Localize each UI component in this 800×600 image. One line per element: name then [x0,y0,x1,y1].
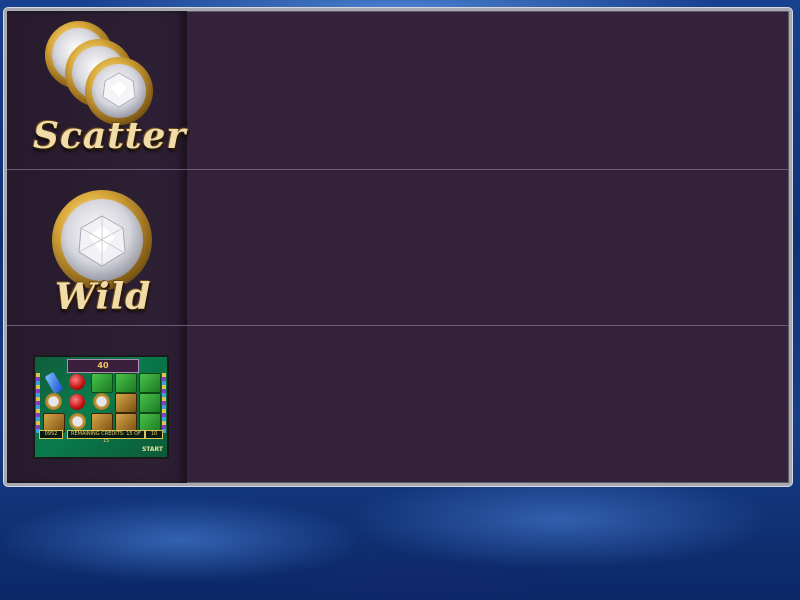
reel-symbol [45,393,62,410]
preview-bet-display: 40 [67,359,139,373]
reel-symbol [139,393,161,413]
wild-row: Wild [7,170,187,325]
preview-reel-grid [43,371,161,433]
game-preview-thumbnail: 40 0952 REMAINING CREDITS: 15 OF 15 10 S… [33,355,169,459]
reel-symbol [69,394,85,410]
reel-symbol [115,393,137,413]
paytable-frame: Scatter Wild 40 0952 REMAINING CREDITS: … [4,8,792,486]
reel-symbol [69,374,85,390]
reel-symbol [139,373,161,393]
reel-symbol [91,373,113,393]
row-divider [7,325,789,326]
scatter-label: Scatter [33,115,187,157]
scatter-row: Scatter [7,11,187,169]
preview-credit-display: 0952 [39,430,63,439]
wild-label: Wild [55,276,152,318]
reel-symbol [69,413,86,430]
preview-bet-value: 10 [145,430,163,439]
preview-status-bar: REMAINING CREDITS: 15 OF 15 [67,430,145,444]
reel-symbol [44,371,64,395]
reel-symbol [115,373,137,393]
preview-line-markers [36,373,40,433]
preview-line-markers [162,373,166,433]
reel-symbol [93,393,110,410]
preview-start-button: START [141,446,163,453]
